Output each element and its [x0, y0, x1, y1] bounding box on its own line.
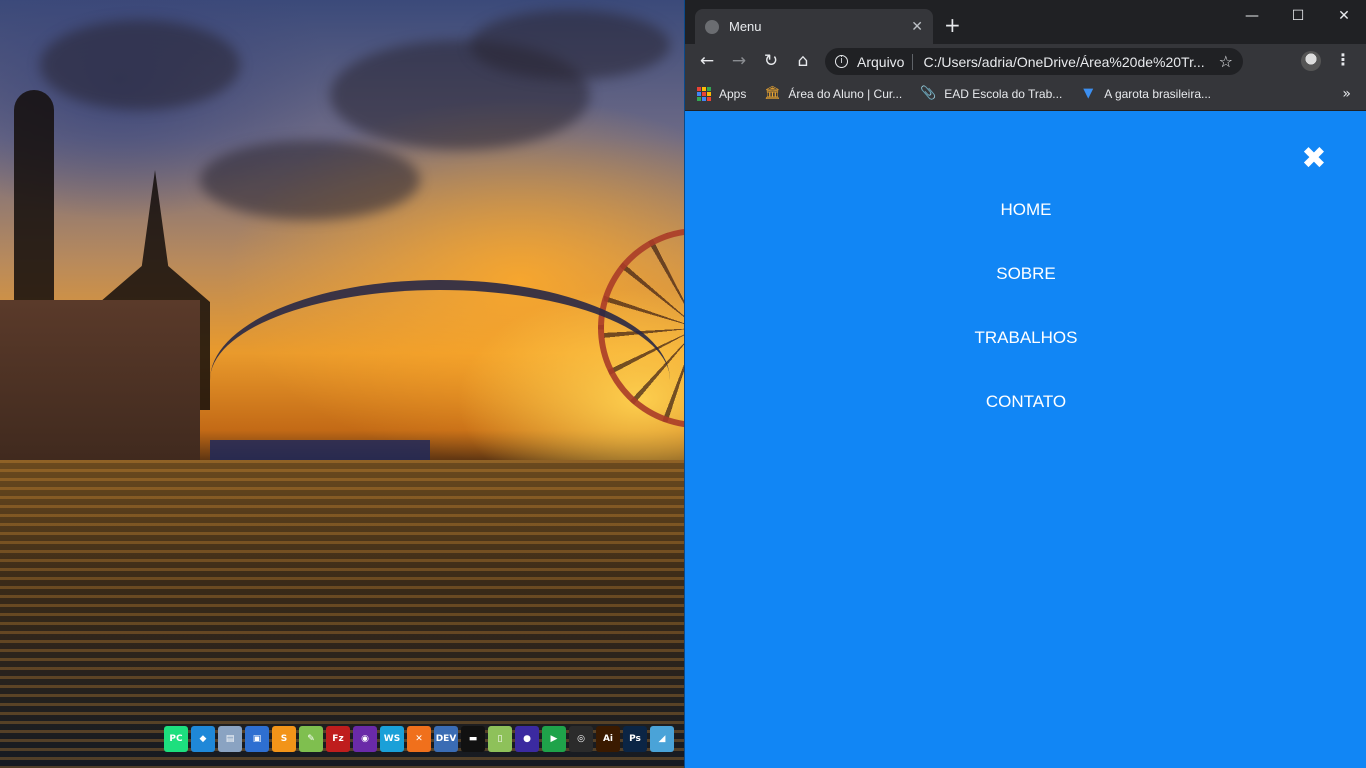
- bookmark-area-do-aluno[interactable]: 🏛 Área do Aluno | Cur...: [764, 86, 902, 102]
- xampp-icon[interactable]: ✕: [407, 726, 431, 752]
- nav-link-sobre[interactable]: SOBRE: [996, 264, 1056, 283]
- cmd-icon[interactable]: ▬: [461, 726, 485, 752]
- desktop-wallpaper: PC ◆ ▤ ▣ S ✎ Fz ◉ WS ✕ DEV ▬ ▯ ● ▶ ◎ Ai Ps ◢: [0, 0, 684, 768]
- browser-window: Menu ✕ + — ☐ ✕ ← → ↻ ⌂ i Arquivo C:/User…: [684, 0, 1366, 768]
- close-icon[interactable]: ✖: [1299, 144, 1329, 174]
- water-shape: [0, 460, 684, 768]
- back-icon[interactable]: ←: [695, 49, 719, 73]
- database-icon[interactable]: ▤: [218, 726, 242, 752]
- cloud-shape: [40, 20, 240, 110]
- bookmark-label: Área do Aluno | Cur...: [788, 87, 903, 101]
- address-bar[interactable]: i Arquivo C:/Users/adria/OneDrive/Área%2…: [825, 48, 1243, 75]
- divider: [912, 53, 914, 70]
- filezilla-icon[interactable]: Fz: [326, 726, 350, 752]
- nav-link-contato[interactable]: CONTATO: [986, 392, 1066, 411]
- browser-toolbar: ← → ↻ ⌂ i Arquivo C:/Users/adria/OneDriv…: [685, 44, 1366, 78]
- nav-link-home[interactable]: HOME: [1001, 200, 1052, 219]
- nav-link-trabalhos[interactable]: TRABALHOS: [975, 328, 1078, 347]
- nav-item: SOBRE: [685, 264, 1366, 328]
- bookmark-star-icon[interactable]: ☆: [1219, 52, 1233, 71]
- site-info-label[interactable]: Arquivo: [857, 54, 904, 70]
- sublime-icon[interactable]: S: [272, 726, 296, 752]
- tab-title: Menu: [729, 19, 762, 34]
- insomnia-icon[interactable]: ◉: [353, 726, 377, 752]
- webstorm-icon[interactable]: WS: [380, 726, 404, 752]
- notepad-icon[interactable]: ✎: [299, 726, 323, 752]
- nav-item: TRABALHOS: [685, 328, 1366, 392]
- nav-item: CONTATO: [685, 392, 1366, 456]
- reload-icon[interactable]: ↻: [759, 49, 783, 73]
- devcpp-icon[interactable]: DEV: [434, 726, 458, 752]
- illustrator-icon[interactable]: Ai: [596, 726, 620, 752]
- flag-icon: ▼: [1083, 86, 1094, 101]
- title-bar: Menu ✕ + — ☐ ✕: [685, 0, 1366, 44]
- nav-item: HOME: [685, 200, 1366, 264]
- bookmark-label: EAD Escola do Trab...: [944, 87, 1063, 101]
- bookmark-apps[interactable]: Apps: [697, 87, 746, 101]
- menu-icon[interactable]: ⋮: [1335, 50, 1351, 69]
- notes-icon[interactable]: ▯: [488, 726, 512, 752]
- cloud-shape: [470, 10, 670, 80]
- apps-icon: [697, 87, 711, 101]
- minimize-button[interactable]: —: [1229, 4, 1275, 28]
- bookmark-label: A garota brasileira...: [1104, 87, 1212, 101]
- photoshop-icon[interactable]: Ps: [623, 726, 647, 752]
- bookmark-label: Apps: [719, 87, 747, 101]
- close-window-button[interactable]: ✕: [1321, 4, 1366, 28]
- cloud-shape: [200, 140, 420, 220]
- profile-avatar[interactable]: [1301, 51, 1321, 71]
- taskbar-dock: PC ◆ ▤ ▣ S ✎ Fz ◉ WS ✕ DEV ▬ ▯ ● ▶ ◎ Ai Ps ◢: [164, 726, 674, 754]
- obs-icon[interactable]: ◎: [569, 726, 593, 752]
- bank-icon: 🏛: [764, 86, 781, 101]
- tab-close-icon[interactable]: ✕: [911, 19, 923, 35]
- home-icon[interactable]: ⌂: [791, 49, 815, 73]
- vscode-icon[interactable]: ◆: [191, 726, 215, 752]
- maximize-button[interactable]: ☐: [1275, 4, 1321, 28]
- pycharm-icon[interactable]: PC: [164, 726, 188, 752]
- terminal-app-icon[interactable]: ▣: [245, 726, 269, 752]
- bookmarks-overflow-icon[interactable]: »: [1342, 86, 1351, 102]
- bookmark-garota[interactable]: ▼ A garota brasileira...: [1080, 86, 1211, 102]
- tab-menu[interactable]: Menu ✕: [695, 9, 933, 44]
- paperclip-icon: 📎: [920, 86, 937, 101]
- media-player-icon[interactable]: ▶: [542, 726, 566, 752]
- page-content: ✖ HOME SOBRE TRABALHOS CONTATO: [685, 112, 1366, 768]
- info-icon[interactable]: i: [835, 55, 848, 68]
- main-nav: HOME SOBRE TRABALHOS CONTATO: [685, 200, 1366, 456]
- url-text[interactable]: C:/Users/adria/OneDrive/Área%20de%20Tr..…: [923, 54, 1210, 70]
- bookmarks-bar: Apps 🏛 Área do Aluno | Cur... 📎 EAD Escola d…: [685, 78, 1366, 111]
- new-tab-button[interactable]: +: [944, 13, 961, 37]
- bookmark-ead[interactable]: 📎 EAD Escola do Trab...: [920, 86, 1062, 102]
- eclipse-icon[interactable]: ●: [515, 726, 539, 752]
- forward-icon[interactable]: →: [727, 49, 751, 73]
- extra-icon[interactable]: ◢: [650, 726, 674, 752]
- globe-icon: [705, 19, 719, 34]
